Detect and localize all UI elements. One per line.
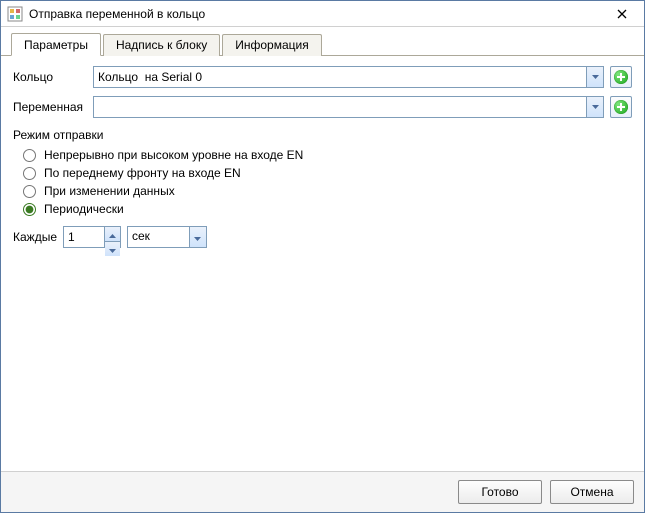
radio-label: По переднему фронту на входе EN xyxy=(44,166,241,180)
send-mode-group: Непрерывно при высоком уровне на входе E… xyxy=(23,148,632,216)
radio-onchange[interactable]: При изменении данных xyxy=(23,184,632,198)
radio-label: Периодически xyxy=(44,202,124,216)
tab-caption[interactable]: Надпись к блоку xyxy=(103,34,220,56)
row-variable: Переменная xyxy=(13,96,632,118)
radio-continuous[interactable]: Непрерывно при высоком уровне на входе E… xyxy=(23,148,632,162)
period-unit-dropdown-button[interactable] xyxy=(189,227,206,247)
ring-label: Кольцо xyxy=(13,70,91,84)
row-ring: Кольцо xyxy=(13,66,632,88)
tab-info[interactable]: Информация xyxy=(222,34,321,56)
cancel-button[interactable]: Отмена xyxy=(550,480,634,504)
close-button[interactable] xyxy=(606,4,638,24)
titlebar: Отправка переменной в кольцо xyxy=(1,1,644,27)
variable-add-button[interactable] xyxy=(610,96,632,118)
radio-front-input[interactable] xyxy=(23,167,36,180)
chevron-down-icon xyxy=(109,242,116,256)
ring-dropdown-button[interactable] xyxy=(586,67,603,87)
window-title: Отправка переменной в кольцо xyxy=(29,7,606,21)
tab-parameters[interactable]: Параметры xyxy=(11,33,101,56)
chevron-down-icon xyxy=(592,75,599,79)
period-label: Каждые xyxy=(13,230,57,244)
spinner-down[interactable] xyxy=(105,242,120,256)
dialog-footer: Готово Отмена xyxy=(1,471,644,512)
radio-label: Непрерывно при высоком уровне на входе E… xyxy=(44,148,303,162)
chevron-up-icon xyxy=(109,227,116,241)
ring-input[interactable] xyxy=(94,67,586,87)
radio-periodic-input[interactable] xyxy=(23,203,36,216)
period-unit-value: сек xyxy=(128,227,189,247)
radio-continuous-input[interactable] xyxy=(23,149,36,162)
variable-label: Переменная xyxy=(13,100,91,114)
radio-label: При изменении данных xyxy=(44,184,175,198)
radio-front[interactable]: По переднему фронту на входе EN xyxy=(23,166,632,180)
ring-combo[interactable] xyxy=(93,66,604,88)
spinner-buttons xyxy=(104,227,120,247)
plus-icon xyxy=(614,70,628,84)
close-icon xyxy=(617,6,627,22)
chevron-down-icon xyxy=(190,228,206,246)
radio-onchange-input[interactable] xyxy=(23,185,36,198)
period-value-spinner[interactable] xyxy=(63,226,121,248)
radio-periodic[interactable]: Периодически xyxy=(23,202,632,216)
tab-bar: Параметры Надпись к блоку Информация xyxy=(1,27,644,56)
period-unit-combo[interactable]: сек xyxy=(127,226,207,248)
period-value-input[interactable] xyxy=(64,227,104,247)
plus-icon xyxy=(614,100,628,114)
chevron-down-icon xyxy=(592,105,599,109)
app-icon xyxy=(7,6,23,22)
send-mode-group-label: Режим отправки xyxy=(13,128,632,142)
variable-combo[interactable] xyxy=(93,96,604,118)
ring-add-button[interactable] xyxy=(610,66,632,88)
variable-dropdown-button[interactable] xyxy=(586,97,603,117)
variable-input[interactable] xyxy=(94,97,586,117)
dialog-window: Отправка переменной в кольцо Параметры Н… xyxy=(0,0,645,513)
spinner-up[interactable] xyxy=(105,227,120,242)
tab-content-parameters: Кольцо Переменная xyxy=(1,56,644,471)
period-row: Каждые сек xyxy=(13,226,632,248)
ok-button[interactable]: Готово xyxy=(458,480,542,504)
